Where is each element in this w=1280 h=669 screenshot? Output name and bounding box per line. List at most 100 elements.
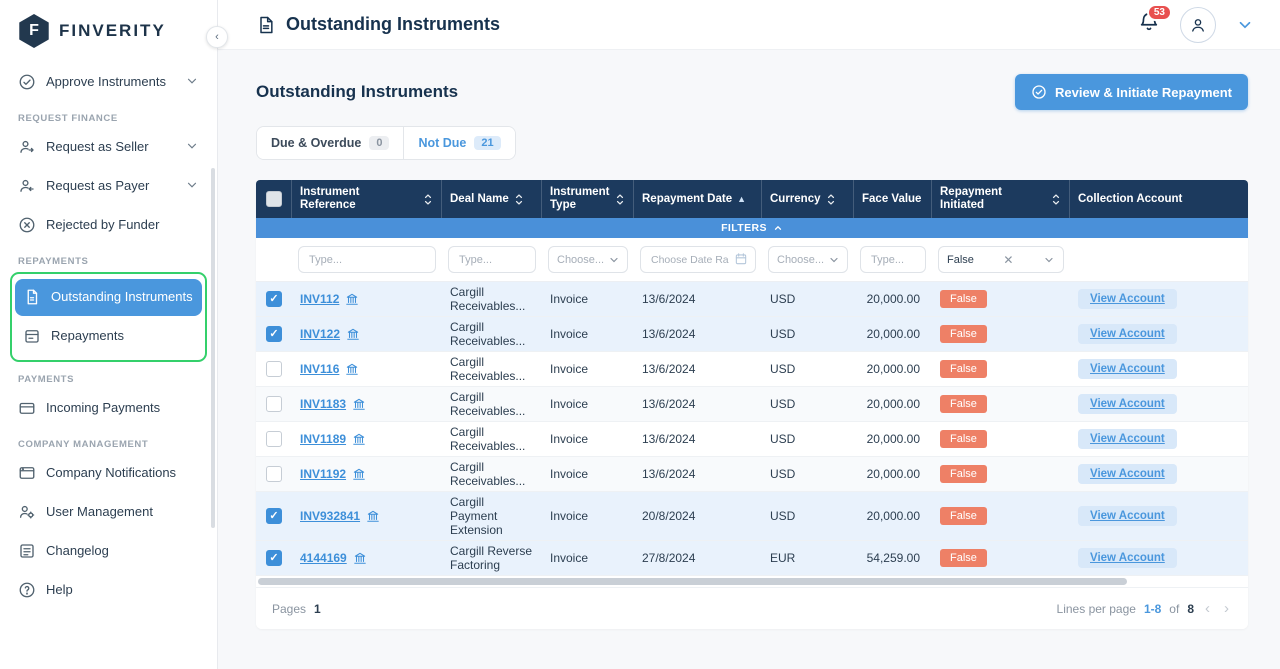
instrument-detail-icon[interactable] bbox=[352, 397, 366, 411]
brand-wordmark: FINVERITY bbox=[59, 21, 166, 40]
filters-toggle-bar[interactable]: FILTERS bbox=[256, 218, 1248, 238]
view-account-link[interactable]: View Account bbox=[1078, 324, 1177, 344]
next-page-icon[interactable]: › bbox=[1221, 600, 1232, 617]
repayment-date: 13/6/2024 bbox=[642, 432, 696, 446]
instrument-reference-link[interactable]: INV1192 bbox=[300, 467, 346, 481]
col-header-repayment-date[interactable]: Repayment Date ▲ bbox=[634, 180, 762, 218]
sidebar-item-approve-instruments[interactable]: Approve Instruments bbox=[10, 64, 207, 101]
currency: USD bbox=[770, 292, 796, 306]
filters-label: FILTERS bbox=[721, 222, 767, 234]
instrument-reference-link[interactable]: INV122 bbox=[300, 327, 340, 341]
account-menu-chevron-icon[interactable] bbox=[1236, 16, 1254, 34]
repayments-group-highlight: Outstanding Instruments Repayments bbox=[10, 272, 207, 362]
filter-date-range[interactable] bbox=[640, 246, 756, 273]
repayment-initiated-badge: False bbox=[940, 430, 987, 448]
row-checkbox[interactable] bbox=[266, 431, 282, 447]
row-checkbox[interactable] bbox=[266, 550, 282, 566]
instrument-reference-link[interactable]: INV116 bbox=[300, 362, 339, 376]
row-checkbox[interactable] bbox=[266, 361, 282, 377]
lines-range[interactable]: 1-8 bbox=[1144, 602, 1161, 616]
col-label: Repayment Date bbox=[642, 192, 733, 205]
view-account-link[interactable]: View Account bbox=[1078, 289, 1177, 309]
section-payments: PAYMENTS bbox=[18, 374, 75, 385]
table-row: INV112 Cargill Receivables... Invoice 13… bbox=[256, 282, 1248, 317]
face-value: 20,000.00 bbox=[866, 362, 920, 376]
document-dollar-icon bbox=[27, 289, 38, 305]
col-header-deal-name[interactable]: Deal Name bbox=[442, 180, 542, 218]
row-checkbox[interactable] bbox=[266, 466, 282, 482]
scrollbar-thumb[interactable] bbox=[258, 578, 1128, 585]
instrument-reference-link[interactable]: INV932841 bbox=[300, 509, 360, 523]
sidebar-item-repayments[interactable]: Repayments bbox=[15, 318, 202, 355]
chevron-up-icon bbox=[774, 225, 782, 230]
col-header-instrument-type[interactable]: Instrument Type bbox=[542, 180, 634, 218]
sidebar-item-incoming-payments[interactable]: Incoming Payments bbox=[10, 390, 207, 427]
brand-logo: F FINVERITY bbox=[0, 0, 217, 58]
instrument-reference-link[interactable]: INV1189 bbox=[300, 432, 346, 446]
sidebar-item-changelog[interactable]: Changelog bbox=[10, 533, 207, 570]
col-header-currency[interactable]: Currency bbox=[762, 180, 854, 218]
sidebar-item-request-as-payer[interactable]: Request as Payer bbox=[10, 168, 207, 205]
face-value: 54,259.00 bbox=[866, 551, 920, 565]
sidebar-collapse-button[interactable]: ‹ bbox=[206, 26, 228, 48]
instrument-reference-link[interactable]: INV112 bbox=[300, 292, 339, 306]
sidebar-scrollbar[interactable] bbox=[211, 168, 215, 528]
repayment-initiated-badge: False bbox=[940, 290, 987, 308]
view-account-link[interactable]: View Account bbox=[1078, 506, 1177, 526]
sidebar-item-help[interactable]: Help bbox=[10, 572, 207, 609]
col-header-repayment-initiated[interactable]: Repayment Initiated bbox=[932, 180, 1070, 218]
view-account-link[interactable]: View Account bbox=[1078, 464, 1177, 484]
instrument-detail-icon[interactable] bbox=[352, 467, 366, 481]
sidebar-item-company-notifications[interactable]: Company Notifications bbox=[10, 455, 207, 492]
filter-reference-input[interactable] bbox=[298, 246, 436, 273]
prev-page-icon[interactable]: ‹ bbox=[1202, 600, 1213, 617]
changelog-icon bbox=[20, 544, 34, 558]
instrument-detail-icon[interactable] bbox=[352, 432, 366, 446]
review-initiate-repayment-button[interactable]: Review & Initiate Repayment bbox=[1015, 74, 1248, 110]
sidebar-item-user-management[interactable]: User Management bbox=[10, 494, 207, 531]
user-avatar-button[interactable] bbox=[1180, 6, 1216, 43]
horizontal-scrollbar[interactable] bbox=[256, 576, 1248, 587]
instrument-detail-icon[interactable] bbox=[366, 509, 380, 523]
col-header-instrument-reference[interactable]: Instrument Reference bbox=[292, 180, 442, 218]
instrument-reference-link[interactable]: INV1183 bbox=[300, 397, 346, 411]
instrument-detail-icon[interactable] bbox=[353, 551, 367, 565]
view-account-link[interactable]: View Account bbox=[1078, 394, 1177, 414]
filter-currency-select[interactable]: Choose... bbox=[768, 246, 848, 273]
tab-label: Due & Overdue bbox=[271, 136, 362, 150]
col-label: Instrument Type bbox=[550, 186, 610, 211]
col-label: Deal Name bbox=[450, 192, 509, 205]
view-account-link[interactable]: View Account bbox=[1078, 548, 1177, 568]
tab-not-due[interactable]: Not Due 21 bbox=[403, 127, 515, 159]
tab-due-overdue[interactable]: Due & Overdue 0 bbox=[257, 127, 404, 159]
sidebar-item-label: Company Notifications bbox=[46, 465, 177, 480]
view-account-link[interactable]: View Account bbox=[1078, 429, 1177, 449]
row-checkbox[interactable] bbox=[266, 326, 282, 342]
filter-deal-input[interactable] bbox=[448, 246, 536, 273]
clear-filter-icon[interactable]: ✕ bbox=[1003, 253, 1013, 267]
sidebar-item-label: Outstanding Instruments bbox=[51, 289, 193, 304]
row-checkbox[interactable] bbox=[266, 508, 282, 524]
current-page[interactable]: 1 bbox=[314, 602, 321, 616]
col-header-face-value[interactable]: Face Value bbox=[854, 180, 932, 218]
deal-name: Cargill Receivables... bbox=[450, 320, 526, 348]
section-company-management: COMPANY MANAGEMENT bbox=[18, 439, 149, 450]
instrument-type: Invoice bbox=[550, 509, 589, 523]
instrument-type: Invoice bbox=[550, 327, 589, 341]
instrument-detail-icon[interactable] bbox=[345, 292, 359, 306]
view-account-link[interactable]: View Account bbox=[1078, 359, 1177, 379]
sidebar-item-request-as-seller[interactable]: Request as Seller bbox=[10, 129, 207, 166]
instrument-reference-link[interactable]: 4144169 bbox=[300, 551, 347, 565]
instrument-detail-icon[interactable] bbox=[346, 327, 360, 341]
instrument-detail-icon[interactable] bbox=[345, 362, 359, 376]
sidebar-item-outstanding-instruments[interactable]: Outstanding Instruments bbox=[15, 279, 202, 316]
notifications-button[interactable]: 53 bbox=[1138, 4, 1172, 38]
currency: USD bbox=[770, 432, 796, 446]
row-checkbox[interactable] bbox=[266, 396, 282, 412]
row-checkbox[interactable] bbox=[266, 291, 282, 307]
filter-type-select[interactable]: Choose... bbox=[548, 246, 628, 273]
filter-face-value-input[interactable] bbox=[860, 246, 926, 273]
sidebar-item-rejected-by-funder[interactable]: Rejected by Funder bbox=[10, 207, 207, 244]
filter-repayment-initiated-select[interactable]: False ✕ bbox=[938, 246, 1064, 273]
select-all-checkbox[interactable] bbox=[265, 191, 282, 207]
